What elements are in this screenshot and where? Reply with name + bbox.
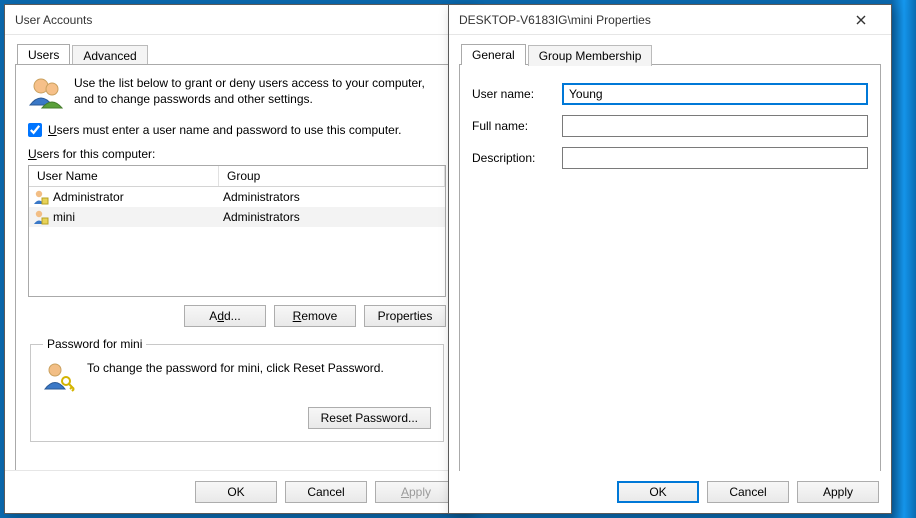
user-accounts-title: User Accounts (15, 13, 92, 27)
props-tabpage-general: User name: Full name: Description: (459, 64, 881, 474)
desktop-edge (892, 0, 916, 518)
must-signin-label: Users must enter a user name and passwor… (48, 123, 402, 137)
user-accounts-titlebar[interactable]: User Accounts (5, 5, 469, 35)
tab-users[interactable]: Users (17, 44, 70, 65)
password-text: To change the password for mini, click R… (87, 361, 384, 375)
tab-group-label: Group Membership (539, 49, 642, 63)
cell-group: Administrators (223, 190, 300, 204)
close-button[interactable] (841, 6, 881, 34)
props-apply-button[interactable]: Apply (797, 481, 879, 503)
tab-general-label: General (472, 48, 515, 62)
props-ok-button[interactable]: OK (617, 481, 699, 503)
ua-apply-button[interactable]: Apply (375, 481, 457, 503)
col-username[interactable]: User Name (29, 166, 219, 186)
username-input[interactable] (562, 83, 868, 105)
props-tabstrip: General Group Membership (459, 43, 881, 65)
col-group[interactable]: Group (219, 166, 445, 186)
ua-tabpage-users: Use the list below to grant or deny user… (15, 64, 459, 496)
cell-user: Administrator (53, 190, 124, 204)
ua-intro-text: Use the list below to grant or deny user… (74, 75, 446, 107)
ua-ok-button[interactable]: OK (195, 481, 277, 503)
cell-group: Administrators (223, 210, 300, 224)
description-input[interactable] (562, 147, 868, 169)
users-list-label: Users for this computer: (28, 147, 446, 161)
properties-window: DESKTOP-V6183IG\mini Properties General … (448, 4, 892, 514)
users-listview[interactable]: User Name Group Administrator Administra… (28, 165, 446, 297)
cell-user: mini (53, 210, 75, 224)
must-signin-checkbox[interactable]: Users must enter a user name and passwor… (28, 123, 402, 137)
ua-cancel-button[interactable]: Cancel (285, 481, 367, 503)
must-signin-input[interactable] (28, 123, 42, 137)
properties-button[interactable]: Properties (364, 305, 446, 327)
properties-titlebar[interactable]: DESKTOP-V6183IG\mini Properties (449, 5, 891, 35)
username-label: User name: (472, 87, 562, 101)
remove-button[interactable]: Remove (274, 305, 356, 327)
user-icon (33, 189, 49, 205)
description-label: Description: (472, 151, 562, 165)
password-group-title: Password for mini (43, 337, 146, 351)
table-row[interactable]: Administrator Administrators (29, 187, 445, 207)
properties-title: DESKTOP-V6183IG\mini Properties (459, 13, 651, 27)
props-cancel-button[interactable]: Cancel (707, 481, 789, 503)
table-row[interactable]: mini Administrators (29, 207, 445, 227)
tab-general[interactable]: General (461, 44, 526, 65)
users-listview-header[interactable]: User Name Group (29, 166, 445, 187)
password-icon (43, 361, 75, 393)
add-button[interactable]: Add... (184, 305, 266, 327)
user-accounts-window: User Accounts Users Advanced Use the lis… (4, 4, 470, 514)
user-icon (33, 209, 49, 225)
tab-users-label: Users (28, 48, 59, 62)
tab-advanced-label: Advanced (83, 49, 136, 63)
tab-advanced[interactable]: Advanced (72, 45, 147, 66)
reset-password-button[interactable]: Reset Password... (308, 407, 431, 429)
password-group: Password for mini To change the password… (30, 337, 444, 442)
close-icon (856, 15, 866, 25)
ua-tabstrip: Users Advanced (15, 43, 459, 65)
users-icon (28, 75, 64, 111)
fullname-label: Full name: (472, 119, 562, 133)
tab-group-membership[interactable]: Group Membership (528, 45, 653, 66)
fullname-input[interactable] (562, 115, 868, 137)
